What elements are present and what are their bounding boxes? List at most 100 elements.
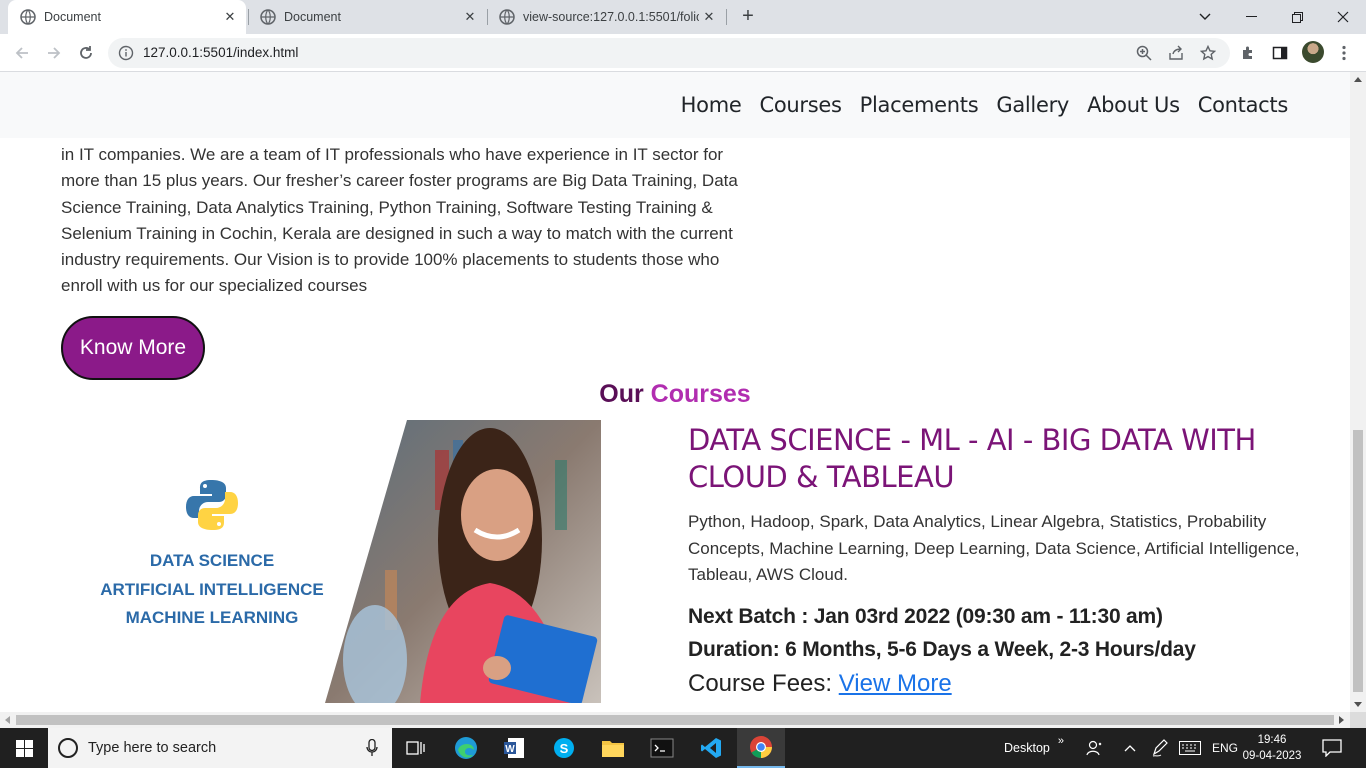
- bookmark-star-icon[interactable]: [1199, 44, 1217, 61]
- vertical-scrollbar[interactable]: [1350, 72, 1366, 712]
- pen-icon[interactable]: [1151, 728, 1169, 768]
- about-paragraph: in IT companies. We are a team of IT pro…: [61, 145, 738, 296]
- course-description: Python, Hadoop, Spark, Data Analytics, L…: [688, 512, 1300, 584]
- skype-icon: S: [554, 738, 574, 758]
- edge-icon: [455, 737, 477, 759]
- clock-time: 19:46: [1257, 734, 1287, 746]
- terminal-icon: [650, 738, 674, 758]
- desktop-label: Desktop: [1004, 741, 1050, 755]
- banner-line-2: ARTIFICIAL INTELLIGENCE: [100, 580, 324, 599]
- new-tab-button[interactable]: +: [736, 4, 760, 28]
- vscode-app[interactable]: [687, 728, 735, 768]
- courses-heading-part2: Courses: [650, 380, 751, 408]
- people-icon[interactable]: [1086, 728, 1104, 768]
- arrow-right-icon: [48, 47, 61, 59]
- tab-strip: Document ✕ Document ✕ view-source:127.0.…: [0, 0, 1366, 34]
- svg-text:W: W: [505, 744, 515, 755]
- tab-divider: [726, 9, 727, 25]
- banner-line-3: MACHINE LEARNING: [125, 608, 299, 627]
- file-explorer-app[interactable]: [589, 728, 637, 768]
- nav-home[interactable]: Home: [681, 93, 742, 117]
- word-app[interactable]: W: [490, 728, 538, 768]
- student-photo: [325, 420, 601, 703]
- tab-document-2[interactable]: Document ✕: [248, 0, 486, 34]
- menu-kebab-icon[interactable]: [1334, 43, 1354, 63]
- task-view-icon: [406, 741, 425, 755]
- course-duration: Duration: 6 Months, 5-6 Days a Week, 2-3…: [688, 637, 1196, 661]
- windows-logo-icon: [15, 739, 33, 757]
- close-window-button[interactable]: [1320, 0, 1366, 34]
- chevron-up-icon[interactable]: [1124, 728, 1136, 768]
- page-viewport: Home Courses Placements Gallery About Us…: [0, 72, 1350, 712]
- tab-document-1[interactable]: Document ✕: [8, 0, 246, 34]
- courses-heading: Our Courses: [0, 380, 1350, 409]
- start-button[interactable]: [0, 728, 48, 768]
- task-view-button[interactable]: [392, 728, 440, 768]
- know-more-button[interactable]: Know More: [61, 316, 205, 380]
- arrow-left-icon: [15, 47, 28, 59]
- url-text: 127.0.0.1:5501/index.html: [143, 45, 299, 60]
- course-details: DATA SCIENCE - ML - AI - BIG DATA WITH C…: [688, 422, 1308, 698]
- notifications-icon[interactable]: [1322, 728, 1342, 768]
- reload-button[interactable]: [73, 40, 99, 66]
- keyboard-icon[interactable]: [1179, 728, 1201, 768]
- extensions-icon[interactable]: [1238, 43, 1258, 63]
- nav-contacts[interactable]: Contacts: [1198, 93, 1289, 117]
- course-fees: Course Fees: View More: [688, 670, 1308, 698]
- restore-icon: [1291, 11, 1303, 23]
- nav-about-us[interactable]: About Us: [1087, 93, 1180, 117]
- close-icon[interactable]: ✕: [460, 9, 480, 25]
- skype-app[interactable]: S: [540, 728, 588, 768]
- restore-button[interactable]: [1274, 0, 1320, 34]
- edge-app[interactable]: [442, 728, 490, 768]
- language-indicator[interactable]: ENG: [1212, 728, 1238, 768]
- minimize-button[interactable]: [1228, 0, 1274, 34]
- svg-text:S: S: [560, 741, 569, 756]
- view-more-link[interactable]: View More: [839, 670, 952, 697]
- course-fees-label: Course Fees:: [688, 669, 833, 697]
- scroll-left-arrow-icon[interactable]: [5, 716, 10, 724]
- horizontal-scrollbar[interactable]: [0, 712, 1350, 728]
- profile-avatar[interactable]: [1302, 41, 1324, 63]
- chevron-right-icon[interactable]: »: [1058, 735, 1064, 747]
- reload-icon: [80, 46, 92, 59]
- close-icon: [1337, 11, 1349, 23]
- scroll-right-arrow-icon[interactable]: [1339, 716, 1344, 724]
- forward-button[interactable]: [41, 40, 67, 66]
- windows-taskbar: Type here to search W S Desktop » ENG 19…: [0, 728, 1366, 768]
- back-button[interactable]: [9, 40, 35, 66]
- vscode-icon: [701, 738, 721, 758]
- nav-courses[interactable]: Courses: [759, 93, 841, 117]
- clock-date: 09-04-2023: [1242, 750, 1302, 762]
- close-icon[interactable]: ✕: [699, 9, 719, 25]
- share-icon[interactable]: [1168, 45, 1184, 61]
- chevron-down-icon: [1199, 13, 1211, 20]
- desktop-toolbar[interactable]: Desktop »: [1004, 728, 1064, 768]
- browser-toolbar: 127.0.0.1:5501/index.html: [0, 34, 1366, 72]
- microphone-icon[interactable]: [366, 739, 378, 757]
- info-icon[interactable]: [118, 45, 134, 61]
- nav-gallery[interactable]: Gallery: [996, 93, 1069, 117]
- address-bar[interactable]: 127.0.0.1:5501/index.html: [108, 38, 1230, 68]
- globe-icon: [499, 9, 515, 25]
- terminal-app[interactable]: [638, 728, 686, 768]
- tab-title: Document: [44, 10, 101, 24]
- tab-title: Document: [284, 10, 341, 24]
- chrome-app[interactable]: [737, 728, 785, 768]
- search-icon: [58, 738, 78, 758]
- side-panel-icon[interactable]: [1270, 43, 1290, 63]
- tab-view-source[interactable]: view-source:127.0.0.1:5501/folio.h ✕: [487, 0, 725, 34]
- horizontal-scroll-thumb[interactable]: [16, 715, 1334, 725]
- scroll-up-arrow-icon[interactable]: [1354, 77, 1362, 82]
- globe-icon: [20, 9, 36, 25]
- system-clock[interactable]: 19:46 09-04-2023: [1240, 732, 1304, 764]
- nav-placements[interactable]: Placements: [860, 93, 979, 117]
- scroll-down-arrow-icon[interactable]: [1354, 702, 1362, 707]
- chrome-icon: [750, 736, 772, 758]
- tab-search-button[interactable]: [1182, 0, 1228, 34]
- taskbar-search[interactable]: Type here to search: [48, 728, 392, 768]
- zoom-icon[interactable]: [1136, 45, 1152, 61]
- course-banner-image: DATA SCIENCE ARTIFICIAL INTELLIGENCE MAC…: [61, 420, 601, 703]
- vertical-scroll-thumb[interactable]: [1353, 430, 1363, 692]
- close-icon[interactable]: ✕: [220, 9, 240, 25]
